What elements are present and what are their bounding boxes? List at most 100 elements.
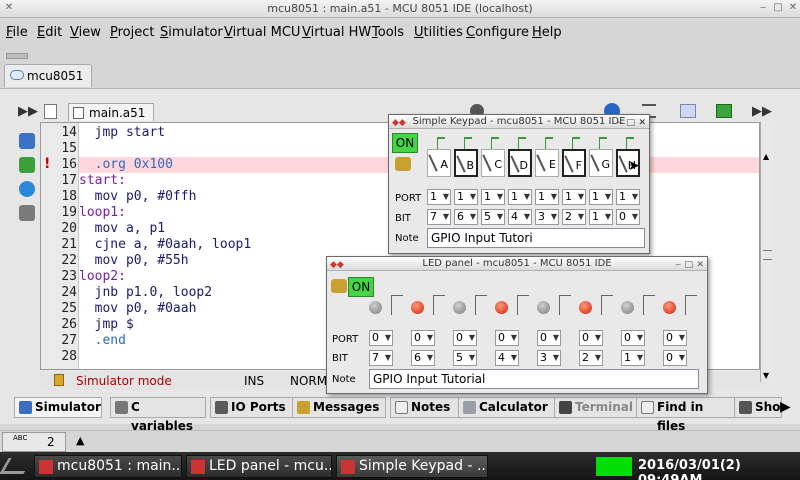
keypad-port-select[interactable]: 1 ▼ bbox=[535, 189, 559, 205]
scroll-up-icon[interactable]: ▲ bbox=[763, 152, 769, 161]
tab-io-ports[interactable]: IO Ports bbox=[210, 397, 296, 418]
menu-project[interactable]: Project bbox=[110, 25, 155, 40]
expand-up-icon[interactable]: ▲ bbox=[76, 434, 84, 447]
spell-check-button[interactable]: ABC 2 bbox=[2, 432, 66, 452]
task-simple-keypad[interactable]: Simple Keypad - ... bbox=[336, 455, 488, 478]
keypad-port-select[interactable]: 1 ▼ bbox=[616, 189, 640, 205]
menu-simulator[interactable]: Simulator bbox=[160, 25, 223, 40]
keypad-port-select[interactable]: 1 ▼ bbox=[427, 189, 451, 205]
led-note-input[interactable]: GPIO Input Tutorial bbox=[369, 369, 699, 389]
keypad-bit-select[interactable]: 4 ▼ bbox=[508, 209, 532, 225]
tab-c-variables[interactable]: C variables bbox=[110, 397, 206, 433]
led-bit-select[interactable]: 1 ▼ bbox=[621, 350, 645, 366]
keypad-port-select[interactable]: 1 ▼ bbox=[589, 189, 613, 205]
tab-show-more[interactable]: Sho bbox=[734, 397, 782, 418]
keypad-note-input[interactable]: GPIO Input Tutori bbox=[427, 228, 645, 248]
led-window-menu-icon[interactable]: ◆◆ bbox=[330, 258, 344, 272]
led-config-icon[interactable] bbox=[331, 279, 347, 293]
keypad-bit-select[interactable]: 2 ▼ bbox=[562, 209, 586, 225]
keypad-bit-select[interactable]: 0 ▼ bbox=[616, 209, 640, 225]
file-tab[interactable]: main.a51 bbox=[68, 103, 154, 121]
keypad-port-select[interactable]: 1 ▼ bbox=[454, 189, 478, 205]
new-file-icon[interactable] bbox=[44, 104, 57, 119]
led-bit-select[interactable]: 5 ▼ bbox=[453, 350, 477, 366]
minimize-icon[interactable]: ‒ bbox=[757, 2, 769, 13]
start-menu-icon[interactable] bbox=[0, 458, 33, 474]
led-port-select[interactable]: 0 ▼ bbox=[453, 330, 477, 346]
chart-icon[interactable] bbox=[716, 104, 732, 118]
keypad-port-select[interactable]: 1 ▼ bbox=[508, 189, 532, 205]
led-bit-select[interactable]: 3 ▼ bbox=[537, 350, 561, 366]
open-folder-icon[interactable] bbox=[19, 133, 35, 149]
tab-find-in-files[interactable]: Find in files bbox=[636, 397, 736, 433]
tab-terminal[interactable]: Terminal bbox=[554, 397, 638, 418]
keypad-key-b[interactable]: B bbox=[454, 149, 478, 177]
keypad-on-button[interactable]: ON bbox=[392, 133, 418, 153]
menu-utilities[interactable]: Utilities bbox=[414, 25, 463, 40]
menu-configure[interactable]: Configure bbox=[466, 25, 529, 40]
scroll-thumb[interactable] bbox=[763, 250, 772, 260]
menu-edit[interactable]: Edit bbox=[37, 25, 62, 40]
led-port-select[interactable]: 0 ▼ bbox=[663, 330, 687, 346]
led-port-select[interactable]: 0 ▼ bbox=[369, 330, 393, 346]
keypad-bit-select[interactable]: 7 ▼ bbox=[427, 209, 451, 225]
menu-virtual-mcu[interactable]: Virtual MCU bbox=[224, 25, 300, 40]
simple-keypad-titlebar[interactable]: ◆◆ Simple Keypad - mcu8051 - MCU 8051 ID… bbox=[389, 115, 649, 129]
keypad-minimize-icon[interactable]: ‒ bbox=[617, 116, 623, 130]
scroll-down-icon[interactable]: ▼ bbox=[763, 371, 769, 380]
keypad-key-c[interactable]: C bbox=[481, 149, 505, 177]
led-minimize-icon[interactable]: ‒ bbox=[675, 258, 681, 272]
screen-icon[interactable] bbox=[19, 157, 35, 173]
maximize-icon[interactable]: □ bbox=[772, 2, 784, 13]
keypad-window-menu-icon[interactable]: ◆◆ bbox=[392, 116, 406, 130]
task-mcu8051[interactable]: mcu8051 : main.... bbox=[34, 455, 182, 478]
close-icon[interactable]: ✕ bbox=[787, 2, 799, 13]
tab-notes[interactable]: Notes bbox=[390, 397, 460, 418]
task-led-panel[interactable]: LED panel - mcu... bbox=[186, 455, 332, 478]
project-tab[interactable]: mcu8051 bbox=[4, 64, 92, 87]
led-bit-select[interactable]: 2 ▼ bbox=[579, 350, 603, 366]
led-port-select[interactable]: 0 ▼ bbox=[621, 330, 645, 346]
keypad-key-a[interactable]: A bbox=[427, 149, 451, 177]
led-port-select[interactable]: 0 ▼ bbox=[537, 330, 561, 346]
menu-tools[interactable]: Tools bbox=[372, 25, 404, 40]
keypad-maximize-icon[interactable]: □ bbox=[626, 116, 635, 130]
keypad-key-g[interactable]: G bbox=[589, 149, 613, 177]
scroll-left-icon[interactable]: ▶▶ bbox=[18, 104, 38, 119]
led-panel-titlebar[interactable]: ◆◆ LED panel - mcu8051 - MCU 8051 IDE ‒ … bbox=[327, 257, 707, 271]
led-close-icon[interactable]: ✕ bbox=[696, 258, 704, 272]
led-bit-select[interactable]: 4 ▼ bbox=[495, 350, 519, 366]
refresh-icon[interactable] bbox=[19, 181, 35, 197]
led-bit-select[interactable]: 0 ▼ bbox=[663, 350, 687, 366]
keypad-bit-select[interactable]: 3 ▼ bbox=[535, 209, 559, 225]
keypad-key-e[interactable]: E bbox=[535, 149, 559, 177]
tabs-scroll-right-icon[interactable]: ▶ bbox=[780, 399, 791, 415]
hardware-icon[interactable] bbox=[19, 205, 35, 221]
keypad-config-icon[interactable] bbox=[395, 157, 411, 171]
keypad-bit-select[interactable]: 5 ▼ bbox=[481, 209, 505, 225]
keypad-key-f[interactable]: F bbox=[562, 149, 586, 177]
led-maximize-icon[interactable]: □ bbox=[684, 258, 693, 272]
menu-help[interactable]: Help bbox=[532, 25, 562, 40]
scroll-right-icon[interactable]: ▶▶ bbox=[752, 104, 772, 119]
led-on-button[interactable]: ON bbox=[348, 277, 374, 297]
toolbar-grip[interactable] bbox=[6, 53, 28, 59]
led-port-select[interactable]: 0 ▼ bbox=[411, 330, 435, 346]
led-port-select[interactable]: 0 ▼ bbox=[579, 330, 603, 346]
tab-simulator[interactable]: Simulator bbox=[14, 397, 102, 418]
keypad-bit-select[interactable]: 1 ▼ bbox=[589, 209, 613, 225]
notes-icon[interactable] bbox=[680, 104, 696, 118]
tab-messages[interactable]: Messages bbox=[292, 397, 386, 418]
led-port-select[interactable]: 0 ▼ bbox=[495, 330, 519, 346]
menu-file[interactable]: File bbox=[6, 25, 28, 40]
keypad-port-select[interactable]: 1 ▼ bbox=[562, 189, 586, 205]
led-bit-select[interactable]: 6 ▼ bbox=[411, 350, 435, 366]
editor-scrollbar[interactable]: ▲ ▼ bbox=[760, 122, 774, 382]
keypad-bit-select[interactable]: 6 ▼ bbox=[454, 209, 478, 225]
keypad-key-d[interactable]: D bbox=[508, 149, 532, 177]
keypad-close-icon[interactable]: ✕ bbox=[638, 116, 646, 130]
keypad-port-select[interactable]: 1 ▼ bbox=[481, 189, 505, 205]
menu-virtual-hw[interactable]: Virtual HW bbox=[302, 25, 371, 40]
tab-calculator[interactable]: Calculator bbox=[458, 397, 558, 418]
menu-view[interactable]: View bbox=[70, 25, 101, 40]
